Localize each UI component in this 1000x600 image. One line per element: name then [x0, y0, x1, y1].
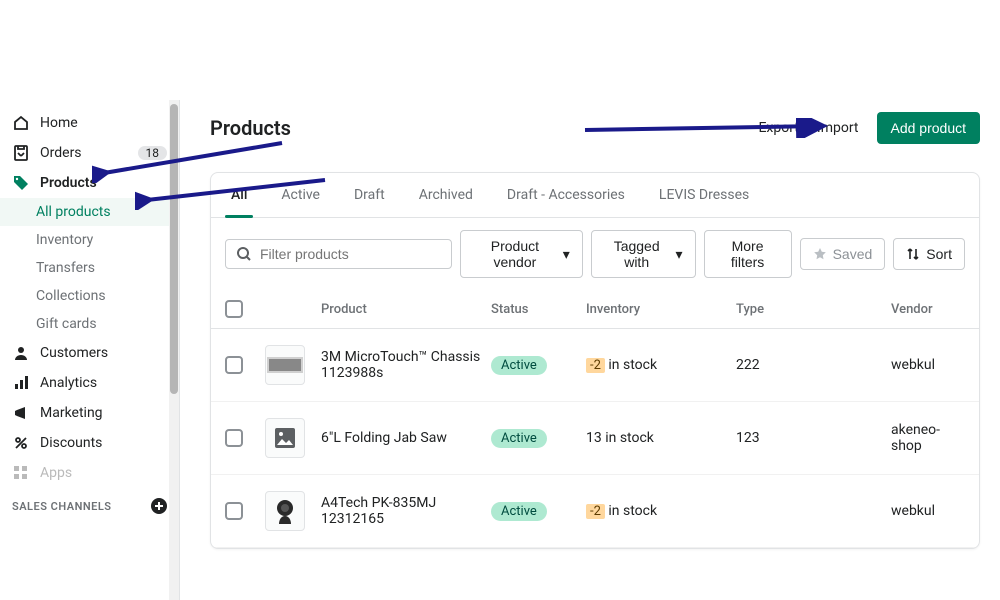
- status-badge: Active: [491, 429, 547, 448]
- table-row[interactable]: A4Tech PK-835MJ 12312165 Active -2 in st…: [211, 475, 979, 548]
- vendor-filter[interactable]: Product vendor▾: [460, 230, 583, 278]
- nav-label: Marketing: [40, 405, 167, 421]
- table-row[interactable]: 6"L Folding Jab Saw Active 13 in stock 1…: [211, 402, 979, 475]
- sidebar-item-analytics[interactable]: Analytics: [0, 368, 179, 398]
- orders-badge: 18: [138, 146, 168, 160]
- main-content: Products Export Import Add product All Ac…: [180, 100, 1000, 600]
- sidebar: Home Orders 18 Products All products Inventor…: [0, 100, 180, 600]
- inventory-negative: -2: [586, 504, 605, 519]
- orders-icon: [12, 144, 30, 162]
- tab-archived[interactable]: Archived: [413, 173, 479, 217]
- megaphone-icon: [12, 404, 30, 422]
- product-name: 6"L Folding Jab Saw: [321, 430, 491, 446]
- sidebar-item-products[interactable]: Products: [0, 168, 179, 198]
- discount-icon: [12, 434, 30, 452]
- star-icon: [813, 247, 827, 261]
- caret-down-icon: ▾: [675, 246, 682, 263]
- product-thumbnail: [265, 491, 305, 531]
- sidebar-scrollbar[interactable]: [169, 100, 179, 600]
- col-vendor: Vendor: [891, 302, 965, 317]
- status-badge: Active: [491, 502, 547, 521]
- export-button[interactable]: Export: [758, 120, 798, 136]
- sidebar-item-all-products[interactable]: All products: [0, 198, 179, 226]
- select-all-checkbox[interactable]: [225, 300, 243, 318]
- home-icon: [12, 114, 30, 132]
- inventory-negative: -2: [586, 358, 605, 373]
- person-icon: [12, 344, 30, 362]
- sidebar-item-customers[interactable]: Customers: [0, 338, 179, 368]
- nav-label: Home: [40, 115, 167, 131]
- table-row[interactable]: 3M MicroTouch™ Chassis 1123988s Active -…: [211, 329, 979, 402]
- add-product-button[interactable]: Add product: [877, 112, 981, 144]
- status-badge: Active: [491, 356, 547, 375]
- inventory-cell: -2 in stock: [586, 503, 736, 519]
- sidebar-item-inventory[interactable]: Inventory: [0, 226, 179, 254]
- sales-channels-header: SALES CHANNELS: [0, 488, 179, 518]
- tab-draft-accessories[interactable]: Draft - Accessories: [501, 173, 631, 217]
- sidebar-item-transfers[interactable]: Transfers: [0, 254, 179, 282]
- sidebar-item-gift-cards[interactable]: Gift cards: [0, 310, 179, 338]
- page-title: Products: [210, 116, 291, 140]
- nav-label: Transfers: [36, 260, 167, 276]
- sidebar-item-apps[interactable]: Apps: [0, 458, 179, 488]
- search-icon: [236, 246, 252, 262]
- section-label: SALES CHANNELS: [12, 500, 112, 513]
- product-name: 3M MicroTouch™ Chassis 1123988s: [321, 349, 491, 381]
- product-name: A4Tech PK-835MJ 12312165: [321, 495, 491, 527]
- nav-label: Customers: [40, 345, 167, 361]
- col-inventory: Inventory: [586, 302, 736, 317]
- add-channel-icon[interactable]: [151, 498, 167, 514]
- nav-label: Apps: [40, 465, 167, 481]
- tab-draft[interactable]: Draft: [348, 173, 391, 217]
- sidebar-item-discounts[interactable]: Discounts: [0, 428, 179, 458]
- vendor-cell: akeneo-shop: [891, 422, 965, 454]
- table-header: Product Status Inventory Type Vendor: [211, 290, 979, 329]
- product-thumbnail: [265, 418, 305, 458]
- apps-icon: [12, 464, 30, 482]
- col-status: Status: [491, 302, 586, 317]
- nav-label: All products: [36, 204, 167, 220]
- type-cell: 123: [736, 430, 891, 446]
- nav-label: Analytics: [40, 375, 167, 391]
- nav-label: Collections: [36, 288, 167, 304]
- sidebar-item-home[interactable]: Home: [0, 108, 179, 138]
- col-product: Product: [321, 302, 491, 317]
- sort-button[interactable]: Sort: [893, 238, 965, 270]
- tagged-filter[interactable]: Tagged with▾: [591, 230, 696, 278]
- saved-button[interactable]: Saved: [800, 238, 886, 270]
- import-button[interactable]: Import: [817, 120, 859, 136]
- inventory-cell: 13 in stock: [586, 430, 736, 446]
- product-thumbnail: [265, 345, 305, 385]
- caret-down-icon: ▾: [563, 246, 570, 263]
- row-checkbox[interactable]: [225, 356, 243, 374]
- sidebar-item-marketing[interactable]: Marketing: [0, 398, 179, 428]
- nav-label: Discounts: [40, 435, 167, 451]
- nav-label: Gift cards: [36, 316, 167, 332]
- tab-all[interactable]: All: [225, 173, 253, 217]
- bars-icon: [12, 374, 30, 392]
- tag-icon: [12, 174, 30, 192]
- inventory-cell: -2 in stock: [586, 357, 736, 373]
- tab-levis-dresses[interactable]: LEVIS Dresses: [653, 173, 755, 217]
- type-cell: 222: [736, 357, 891, 373]
- search-box[interactable]: [225, 239, 452, 269]
- products-card: All Active Draft Archived Draft - Accessorie…: [210, 172, 980, 549]
- search-input[interactable]: [260, 246, 441, 262]
- tabs: All Active Draft Archived Draft - Accessorie…: [211, 173, 979, 218]
- sidebar-item-collections[interactable]: Collections: [0, 282, 179, 310]
- nav-label: Products: [40, 175, 167, 191]
- nav-label: Orders: [40, 145, 128, 161]
- more-filters-button[interactable]: More filters: [704, 230, 792, 278]
- sort-icon: [906, 247, 920, 261]
- sidebar-item-orders[interactable]: Orders 18: [0, 138, 179, 168]
- tab-active[interactable]: Active: [275, 173, 326, 217]
- nav-label: Inventory: [36, 232, 167, 248]
- vendor-cell: webkul: [891, 357, 965, 373]
- col-type: Type: [736, 302, 891, 317]
- row-checkbox[interactable]: [225, 429, 243, 447]
- row-checkbox[interactable]: [225, 502, 243, 520]
- vendor-cell: webkul: [891, 503, 965, 519]
